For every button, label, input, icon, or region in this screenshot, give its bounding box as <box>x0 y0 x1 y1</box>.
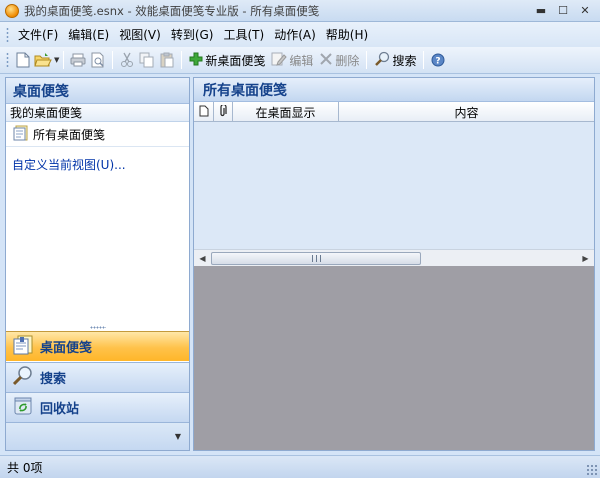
nav-button-search[interactable]: 搜索 <box>6 362 189 392</box>
folder-all-notes[interactable]: 所有桌面便笺 <box>6 122 189 147</box>
delete-label: 删除 <box>335 53 360 68</box>
magnifier-icon <box>12 365 34 391</box>
resize-grip-icon[interactable] <box>586 464 598 476</box>
app-icon <box>5 3 19 18</box>
recycle-bin-icon <box>12 395 34 421</box>
toolbar-separator <box>423 51 425 69</box>
edit-label: 编辑 <box>289 53 314 68</box>
nav-button-search-label: 搜索 <box>40 372 67 387</box>
paperclip-icon <box>219 103 227 120</box>
plus-icon <box>189 52 203 69</box>
content-pane-title: 所有桌面便笺 <box>194 78 594 102</box>
delete-button[interactable]: 删除 <box>316 49 362 71</box>
column-content-header[interactable]: 内容 <box>339 102 594 122</box>
status-bar: 共 0项 <box>0 455 600 478</box>
column-type-header[interactable] <box>194 102 214 122</box>
menu-file[interactable]: 文件(F) <box>13 24 63 45</box>
note-preview-area <box>194 266 594 450</box>
column-show-on-desktop-header[interactable]: 在桌面显示 <box>233 102 339 122</box>
new-note-button[interactable]: 新桌面便笺 <box>186 49 268 71</box>
folder-all-notes-label: 所有桌面便笺 <box>33 127 106 142</box>
grip-icon <box>311 254 321 262</box>
print-icon[interactable] <box>68 50 88 70</box>
search-icon <box>374 51 390 70</box>
menu-edit[interactable]: 编辑(E) <box>63 24 114 45</box>
menu-help[interactable]: 帮助(H) <box>321 24 373 45</box>
toolbar-grip-icon[interactable] <box>6 52 9 68</box>
maximize-button[interactable]: ☐ <box>552 2 574 19</box>
menu-grip-icon[interactable] <box>6 26 9 43</box>
scroll-left-icon[interactable]: ◀ <box>194 250 211 267</box>
toolbar: ▼ 新桌面便笺 编辑 删除 搜索 ? <box>0 47 600 74</box>
window-controls: ▬ ☐ ✕ <box>530 2 596 19</box>
copy-icon[interactable] <box>137 50 157 70</box>
edit-button[interactable]: 编辑 <box>268 49 316 71</box>
document-icon <box>199 105 209 120</box>
notes-list[interactable]: 在桌面显示 内容 ◀ ▶ <box>194 102 594 266</box>
menu-tools[interactable]: 工具(T) <box>218 24 269 45</box>
toolbar-separator <box>181 51 183 69</box>
delete-x-icon <box>319 52 333 69</box>
search-button[interactable]: 搜索 <box>371 49 419 71</box>
toolbar-separator <box>366 51 368 69</box>
close-button[interactable]: ✕ <box>574 2 596 19</box>
svg-text:?: ? <box>436 57 441 67</box>
column-attachment-header[interactable] <box>214 102 233 122</box>
notes-group-title: 我的桌面便笺 <box>6 104 189 122</box>
item-count: 共 0项 <box>7 460 43 475</box>
nav-button-notes[interactable]: 桌面便笺 <box>6 331 189 361</box>
nav-button-notes-label: 桌面便笺 <box>40 341 93 356</box>
toolbar-separator <box>63 51 65 69</box>
horizontal-scrollbar[interactable]: ◀ ▶ <box>194 249 594 266</box>
new-note-label: 新桌面便笺 <box>205 53 266 68</box>
navigation-pane: 桌面便笺 我的桌面便笺 所有桌面便笺 自定义当前视图(U)... 桌面便笺 搜索… <box>5 77 190 451</box>
edit-pencil-icon <box>271 51 288 70</box>
cut-icon[interactable] <box>117 50 137 70</box>
content-pane: 所有桌面便笺 在桌面显示 内容 ◀ ▶ <box>193 77 595 451</box>
list-column-headers: 在桌面显示 内容 <box>194 102 594 122</box>
notes-stack-icon <box>12 334 34 360</box>
scrollbar-thumb[interactable] <box>211 251 421 265</box>
chevron-down-icon[interactable]: ▼ <box>175 432 181 441</box>
scrollbar-track[interactable] <box>211 251 577 265</box>
scroll-right-icon[interactable]: ▶ <box>577 250 594 267</box>
customize-view-link[interactable]: 自定义当前视图(U)... <box>12 156 126 173</box>
paste-icon[interactable] <box>157 50 177 70</box>
nav-button-recycle[interactable]: 回收站 <box>6 392 189 422</box>
title-bar: 我的桌面便笺.esnx - 效能桌面便笺专业版 - 所有桌面便笺 ▬ ☐ ✕ <box>0 0 600 22</box>
minimize-button[interactable]: ▬ <box>530 2 552 19</box>
nav-overflow-bar: ▼ <box>6 422 189 450</box>
nav-button-recycle-label: 回收站 <box>40 402 80 417</box>
pane-splitter-handle[interactable] <box>90 326 106 329</box>
open-folder-icon[interactable] <box>33 50 53 70</box>
new-file-icon[interactable] <box>13 50 33 70</box>
window-title: 我的桌面便笺.esnx - 效能桌面便笺专业版 - 所有桌面便笺 <box>24 3 320 18</box>
navigation-pane-title: 桌面便笺 <box>6 78 189 104</box>
notes-folder-icon <box>13 125 29 144</box>
help-icon[interactable]: ? <box>428 50 448 70</box>
open-dropdown-icon[interactable]: ▼ <box>54 56 59 64</box>
menu-view[interactable]: 视图(V) <box>114 24 166 45</box>
toolbar-separator <box>112 51 114 69</box>
print-preview-icon[interactable] <box>88 50 108 70</box>
menu-bar: 文件(F) 编辑(E) 视图(V) 转到(G) 工具(T) 动作(A) 帮助(H… <box>0 22 600 47</box>
search-label: 搜索 <box>392 53 417 68</box>
menu-actions[interactable]: 动作(A) <box>269 24 321 45</box>
menu-goto[interactable]: 转到(G) <box>166 24 219 45</box>
